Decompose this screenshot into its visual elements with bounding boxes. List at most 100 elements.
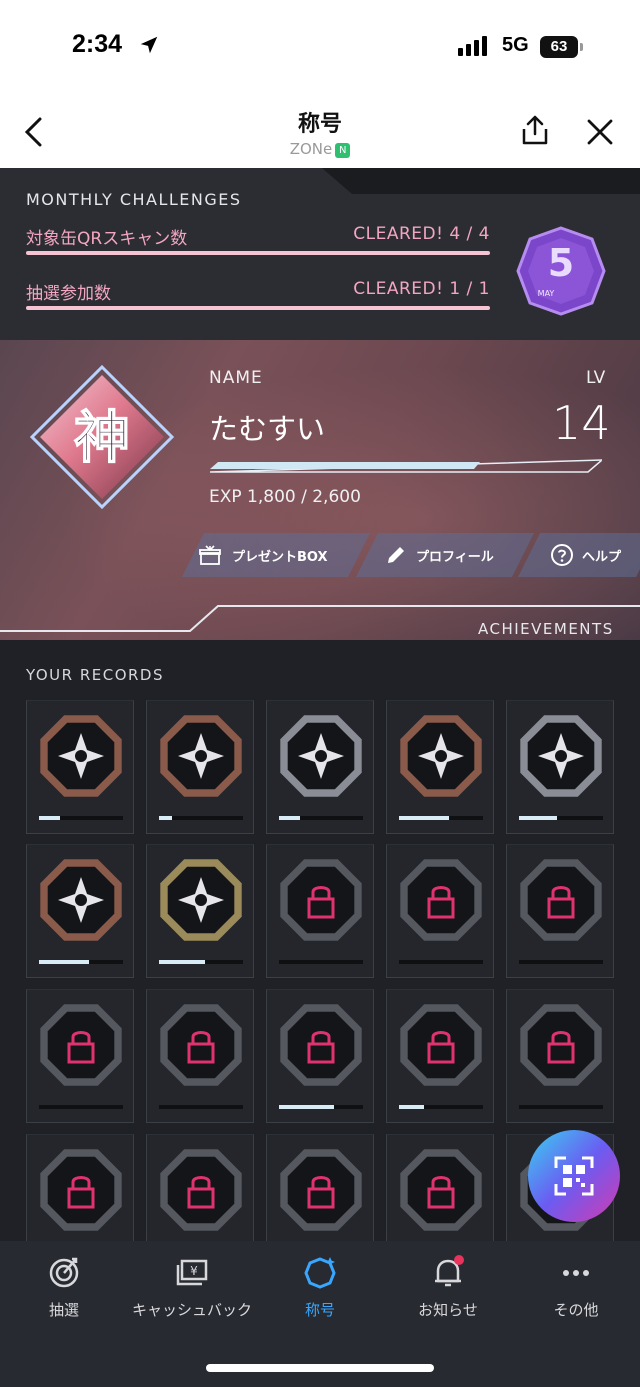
lightning-fist-icon [520,715,602,797]
record-tile[interactable] [146,844,254,978]
monthly-medal-icon[interactable]: 5 MAY [516,226,606,316]
tab-label: お知らせ [418,1301,478,1319]
battery-icon: 63 [540,36,578,58]
exp-text: EXP 1,800 / 2,600 [209,487,361,507]
record-tile[interactable] [266,844,374,978]
tab-lottery[interactable]: 抽選 [0,1255,128,1325]
level-label: LV [586,368,606,388]
record-tile[interactable] [386,1134,494,1245]
tab-titles[interactable]: 称号 [256,1255,384,1325]
record-tile[interactable] [506,989,614,1123]
medal-month: MAY [538,289,555,298]
web-icon [160,859,242,941]
app-screen: 2:34 5G 63 称号 ZONe N MONTHLY CHALLENGES 対… [0,0,640,1387]
record-progress-bar [399,1105,483,1109]
record-tile[interactable] [386,844,494,978]
record-progress-bar [39,960,123,964]
record-tile[interactable] [26,700,134,834]
target-icon [49,1257,79,1288]
record-progress-bar [279,960,363,964]
status-bar: 2:34 5G 63 [0,0,640,96]
profile-panel: 神 NAME LV たむすい 14 EXP 1,800 / 2,600 プレゼン… [0,340,640,640]
location-arrow-icon [140,36,158,54]
record-tile[interactable] [386,989,494,1123]
spiral-icon [160,715,242,797]
challenge-label: 抽選参加数 [26,284,111,304]
records-grid [26,700,616,1245]
network-label: 5G [502,34,529,56]
locked-icon [400,1149,482,1231]
record-tile[interactable] [266,989,374,1123]
challenge-label: 対象缶QRスキャン数 [26,229,188,249]
medal-number: 5 [548,241,574,285]
locked-icon [520,1004,602,1086]
challenge-progress-line [26,251,490,255]
challenge-status: CLEARED! 4 / 4 [353,224,490,244]
locked-icon [40,1149,122,1231]
more-icon [563,1270,589,1276]
challenge-row: 抽選参加数 CLEARED! 1 / 1 [26,279,490,310]
record-progress-fill [519,816,557,820]
record-tile[interactable] [146,1134,254,1245]
locked-icon [280,1149,362,1231]
present-box-button[interactable]: プレゼントBOX [182,533,370,577]
record-progress-bar [399,816,483,820]
record-progress-fill [399,1105,424,1109]
name-label: NAME [209,368,263,388]
record-tile[interactable] [266,700,374,834]
cashback-icon: ¥ [176,1259,208,1286]
profile-button[interactable]: プロフィール [356,533,534,577]
record-tile[interactable] [26,844,134,978]
records-label: YOUR RECORDS [26,666,164,684]
record-tile[interactable] [506,700,614,834]
record-progress-bar [519,1105,603,1109]
record-tile[interactable] [146,989,254,1123]
user-level: 14 [552,396,611,450]
locked-icon [40,1004,122,1086]
help-button[interactable]: ヘルプ [518,533,640,577]
avatar-kanji: 神 [74,406,130,471]
panel-notch [322,168,640,194]
record-tile[interactable] [26,989,134,1123]
locked-icon [280,1004,362,1086]
help-icon [550,543,574,567]
record-progress-bar [519,960,603,964]
qr-code-icon [554,1156,594,1196]
record-tile[interactable] [146,700,254,834]
tab-more[interactable]: その他 [512,1255,640,1325]
record-progress-fill [279,1105,334,1109]
tab-cashback[interactable]: ¥ キャッシュバック [128,1255,256,1325]
svg-text:¥: ¥ [190,1264,198,1278]
battery-tip [580,43,583,51]
signal-icon [458,36,490,56]
locked-icon [520,859,602,941]
pencil-icon [384,543,408,567]
record-progress-bar [39,1105,123,1109]
share-icon[interactable] [520,114,550,146]
record-progress-bar [519,816,603,820]
qr-scan-button[interactable] [528,1130,620,1222]
bell-icon [435,1255,464,1287]
record-tile[interactable] [266,1134,374,1245]
record-tile[interactable] [26,1134,134,1245]
record-progress-fill [399,816,449,820]
challenge-progress-line [26,306,490,310]
profile-label: プロフィール [416,550,494,565]
avatar[interactable]: 神 [30,365,174,509]
record-progress-bar [279,1105,363,1109]
locked-icon [280,859,362,941]
tab-notifications[interactable]: お知らせ [384,1255,512,1325]
record-progress-bar [399,960,483,964]
locked-icon [400,1004,482,1086]
close-icon[interactable] [586,118,614,146]
record-progress-bar [159,816,243,820]
record-progress-bar [159,960,243,964]
city-icon [400,715,482,797]
record-tile[interactable] [386,700,494,834]
gift-icon [198,543,222,567]
nav-header: 称号 ZONe N [0,96,640,168]
home-indicator [206,1364,434,1372]
zone-badge-icon: N [335,143,351,158]
record-tile[interactable] [506,844,614,978]
record-progress-fill [159,960,205,964]
